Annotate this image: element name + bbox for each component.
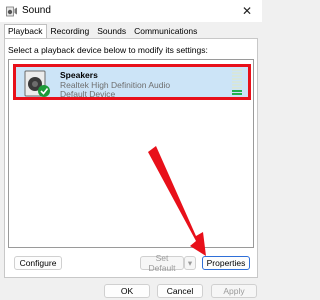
level-meter-segment bbox=[232, 72, 242, 74]
tab-sounds[interactable]: Sounds bbox=[93, 24, 130, 38]
cancel-button[interactable]: Cancel bbox=[157, 284, 203, 298]
apply-button[interactable]: Apply bbox=[211, 284, 257, 298]
level-meter-segment bbox=[232, 78, 242, 80]
tab-bar: Playback Recording Sounds Communications bbox=[4, 24, 201, 39]
set-default-button[interactable]: Set Default bbox=[140, 253, 184, 273]
set-default-dropdown-arrow[interactable]: ▾ bbox=[184, 256, 196, 270]
level-meter-segment bbox=[232, 81, 242, 83]
level-meter-segment bbox=[232, 69, 242, 71]
tab-playback[interactable]: Playback bbox=[4, 24, 47, 39]
level-meter-segment bbox=[232, 84, 242, 86]
level-meter-segment bbox=[232, 75, 242, 77]
ok-button[interactable]: OK bbox=[104, 284, 150, 298]
configure-button[interactable]: Configure bbox=[14, 256, 62, 270]
window-title: Sound bbox=[22, 5, 51, 16]
level-meter-segment bbox=[232, 90, 242, 92]
title-bar: Sound ✕ bbox=[0, 0, 262, 22]
device-item-speakers[interactable]: Speakers Realtek High Definition Audio D… bbox=[13, 64, 251, 100]
device-name: Speakers bbox=[60, 70, 98, 80]
sound-app-icon bbox=[6, 6, 17, 17]
device-list[interactable]: Speakers Realtek High Definition Audio D… bbox=[8, 59, 254, 248]
tab-communications[interactable]: Communications bbox=[130, 24, 201, 38]
level-meter-segment bbox=[232, 87, 242, 89]
instructions-text: Select a playback device below to modify… bbox=[8, 45, 208, 55]
volume-level-meter bbox=[232, 69, 242, 95]
tab-recording[interactable]: Recording bbox=[47, 24, 94, 38]
close-icon: ✕ bbox=[241, 4, 253, 18]
properties-button[interactable]: Properties bbox=[202, 256, 250, 270]
close-button[interactable]: ✕ bbox=[232, 0, 262, 22]
level-meter-segment bbox=[232, 93, 242, 95]
speaker-icon bbox=[24, 70, 50, 97]
default-check-icon bbox=[38, 85, 50, 97]
device-status: Default Device bbox=[60, 89, 116, 99]
